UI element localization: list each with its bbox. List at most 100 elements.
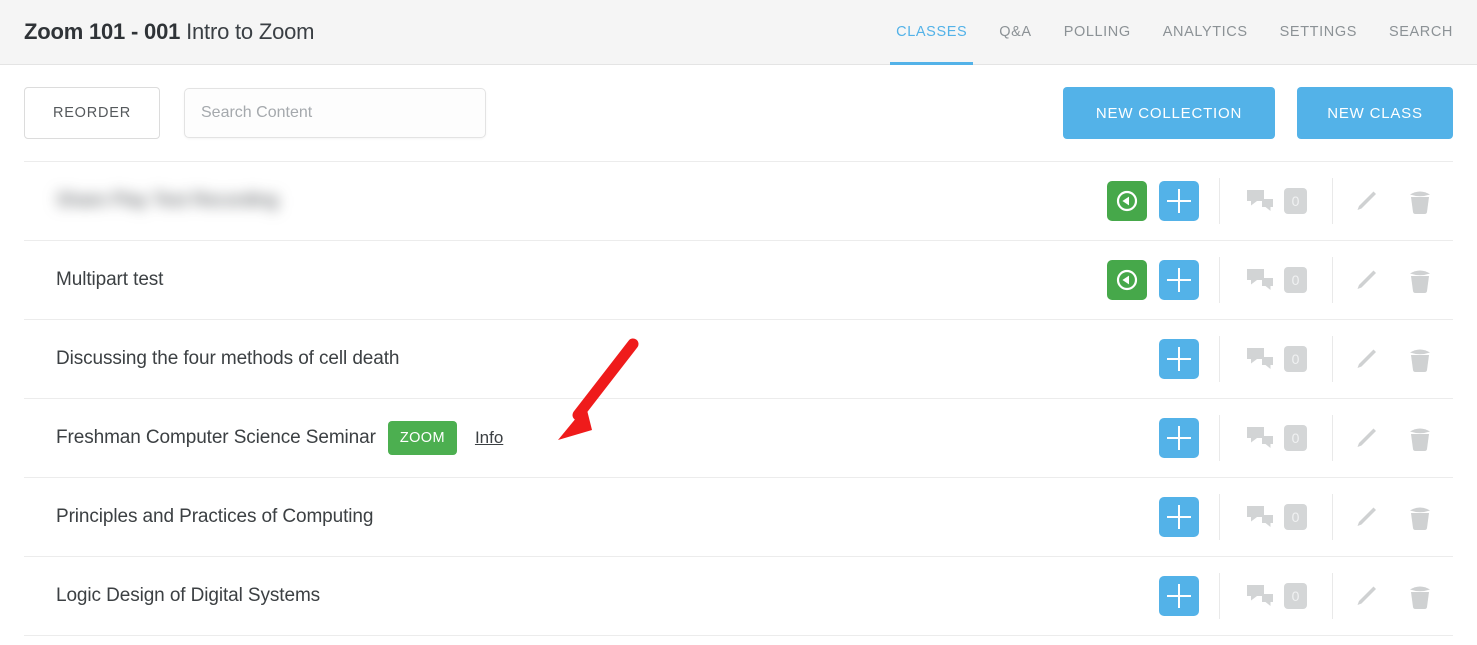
plus-icon[interactable] bbox=[1159, 181, 1199, 221]
row-comment-actions: 0 bbox=[1220, 346, 1332, 372]
row-title: Principles and Practices of Computing bbox=[56, 506, 374, 527]
chat-bubbles-icon[interactable] bbox=[1245, 267, 1275, 293]
tab-polling[interactable]: POLLING bbox=[1048, 0, 1147, 65]
table-row[interactable]: Logic Design of Digital Systems 0 bbox=[24, 557, 1453, 636]
plus-icon[interactable] bbox=[1159, 576, 1199, 616]
plus-glyph bbox=[1167, 584, 1191, 608]
page-title: Zoom 101 - 001 Intro to Zoom bbox=[24, 19, 315, 45]
class-list: Share Play Test Recording 0 Multipart te… bbox=[24, 161, 1453, 636]
row-title: Freshman Computer Science Seminar bbox=[56, 427, 376, 448]
content-toolbar: REORDER NEW COLLECTION NEW CLASS bbox=[0, 65, 1477, 161]
trash-icon[interactable] bbox=[1407, 346, 1433, 373]
tab-search[interactable]: SEARCH bbox=[1373, 0, 1453, 65]
record-play-icon[interactable] bbox=[1107, 260, 1147, 300]
chat-bubbles-icon[interactable] bbox=[1245, 504, 1275, 530]
tab-settings-label: SETTINGS bbox=[1279, 24, 1357, 40]
tab-classes-label: CLASSES bbox=[896, 24, 968, 40]
row-actions: 0 bbox=[1104, 162, 1453, 240]
comment-count-badge: 0 bbox=[1284, 188, 1307, 214]
row-title: Share Play Test Recording bbox=[56, 190, 279, 211]
tab-analytics[interactable]: ANALYTICS bbox=[1147, 0, 1264, 65]
row-actions: 0 bbox=[1104, 399, 1453, 477]
pencil-icon[interactable] bbox=[1353, 188, 1379, 214]
chat-bubbles-icon[interactable] bbox=[1245, 425, 1275, 451]
row-comment-actions: 0 bbox=[1220, 267, 1332, 293]
plus-glyph bbox=[1167, 347, 1191, 371]
plus-glyph bbox=[1167, 505, 1191, 529]
row-actions: 0 bbox=[1104, 557, 1453, 635]
plus-glyph bbox=[1167, 189, 1191, 213]
row-primary-actions bbox=[1104, 497, 1219, 537]
row-primary-actions bbox=[1104, 576, 1219, 616]
row-primary-actions bbox=[1104, 260, 1219, 300]
comment-count-badge: 0 bbox=[1284, 346, 1307, 372]
reorder-button[interactable]: REORDER bbox=[24, 87, 160, 139]
row-title: Multipart test bbox=[56, 269, 164, 290]
table-row[interactable]: Discussing the four methods of cell deat… bbox=[24, 320, 1453, 399]
trash-icon[interactable] bbox=[1407, 188, 1433, 215]
row-title: Logic Design of Digital Systems bbox=[56, 585, 321, 606]
row-actions: 0 bbox=[1104, 478, 1453, 556]
toolbar-actions: NEW COLLECTION NEW CLASS bbox=[1063, 87, 1453, 139]
row-edit-actions bbox=[1333, 346, 1453, 373]
search-field-wrapper bbox=[184, 88, 486, 138]
row-primary-actions bbox=[1104, 418, 1219, 458]
pencil-icon[interactable] bbox=[1353, 504, 1379, 530]
chat-bubbles-icon[interactable] bbox=[1245, 583, 1275, 609]
course-code: Zoom 101 - 001 bbox=[24, 19, 181, 44]
pencil-icon[interactable] bbox=[1353, 267, 1379, 293]
new-collection-button[interactable]: NEW COLLECTION bbox=[1063, 87, 1275, 139]
row-actions: 0 bbox=[1104, 320, 1453, 398]
tab-search-label: SEARCH bbox=[1388, 24, 1453, 40]
row-primary-actions bbox=[1104, 339, 1219, 379]
tab-qa[interactable]: Q&A bbox=[983, 0, 1047, 65]
comment-count-badge: 0 bbox=[1284, 504, 1307, 530]
row-edit-actions bbox=[1333, 425, 1453, 452]
row-edit-actions bbox=[1333, 583, 1453, 610]
table-row[interactable]: Share Play Test Recording 0 bbox=[24, 162, 1453, 241]
comment-count-badge: 0 bbox=[1284, 267, 1307, 293]
tab-qa-label: Q&A bbox=[999, 24, 1032, 40]
row-edit-actions bbox=[1333, 504, 1453, 531]
app-header: Zoom 101 - 001 Intro to Zoom CLASSES Q&A… bbox=[0, 0, 1477, 65]
plus-icon[interactable] bbox=[1159, 497, 1199, 537]
tab-classes[interactable]: CLASSES bbox=[880, 0, 983, 65]
row-comment-actions: 0 bbox=[1220, 583, 1332, 609]
chat-bubbles-icon[interactable] bbox=[1245, 346, 1275, 372]
info-link[interactable]: Info bbox=[475, 428, 503, 448]
trash-icon[interactable] bbox=[1407, 425, 1433, 452]
row-actions: 0 bbox=[1104, 241, 1453, 319]
table-row[interactable]: Principles and Practices of Computing 0 bbox=[24, 478, 1453, 557]
pencil-icon[interactable] bbox=[1353, 346, 1379, 372]
row-primary-actions bbox=[1104, 181, 1219, 221]
row-comment-actions: 0 bbox=[1220, 425, 1332, 451]
plus-icon[interactable] bbox=[1159, 339, 1199, 379]
trash-icon[interactable] bbox=[1407, 504, 1433, 531]
pencil-icon[interactable] bbox=[1353, 583, 1379, 609]
record-play-icon[interactable] bbox=[1107, 181, 1147, 221]
tab-polling-label: POLLING bbox=[1063, 24, 1131, 40]
row-title: Discussing the four methods of cell deat… bbox=[56, 348, 400, 369]
plus-icon[interactable] bbox=[1159, 418, 1199, 458]
main-nav-tabs: CLASSES Q&A POLLING ANALYTICS SETTINGS S… bbox=[880, 0, 1453, 65]
plus-glyph bbox=[1167, 426, 1191, 450]
tab-analytics-label: ANALYTICS bbox=[1162, 24, 1248, 40]
row-edit-actions bbox=[1333, 188, 1453, 215]
comment-count-badge: 0 bbox=[1284, 425, 1307, 451]
trash-icon[interactable] bbox=[1407, 267, 1433, 294]
row-comment-actions: 0 bbox=[1220, 504, 1332, 530]
tab-settings[interactable]: SETTINGS bbox=[1264, 0, 1373, 65]
row-edit-actions bbox=[1333, 267, 1453, 294]
status-badge: ZOOM bbox=[387, 421, 457, 455]
plus-icon[interactable] bbox=[1159, 260, 1199, 300]
pencil-icon[interactable] bbox=[1353, 425, 1379, 451]
comment-count-badge: 0 bbox=[1284, 583, 1307, 609]
course-name: Intro to Zoom bbox=[186, 19, 315, 44]
chat-bubbles-icon[interactable] bbox=[1245, 188, 1275, 214]
search-input[interactable] bbox=[184, 88, 486, 138]
new-class-button[interactable]: NEW CLASS bbox=[1297, 87, 1453, 139]
table-row[interactable]: Multipart test 0 bbox=[24, 241, 1453, 320]
plus-glyph bbox=[1167, 268, 1191, 292]
table-row[interactable]: Freshman Computer Science Seminar ZOOM I… bbox=[24, 399, 1453, 478]
trash-icon[interactable] bbox=[1407, 583, 1433, 610]
